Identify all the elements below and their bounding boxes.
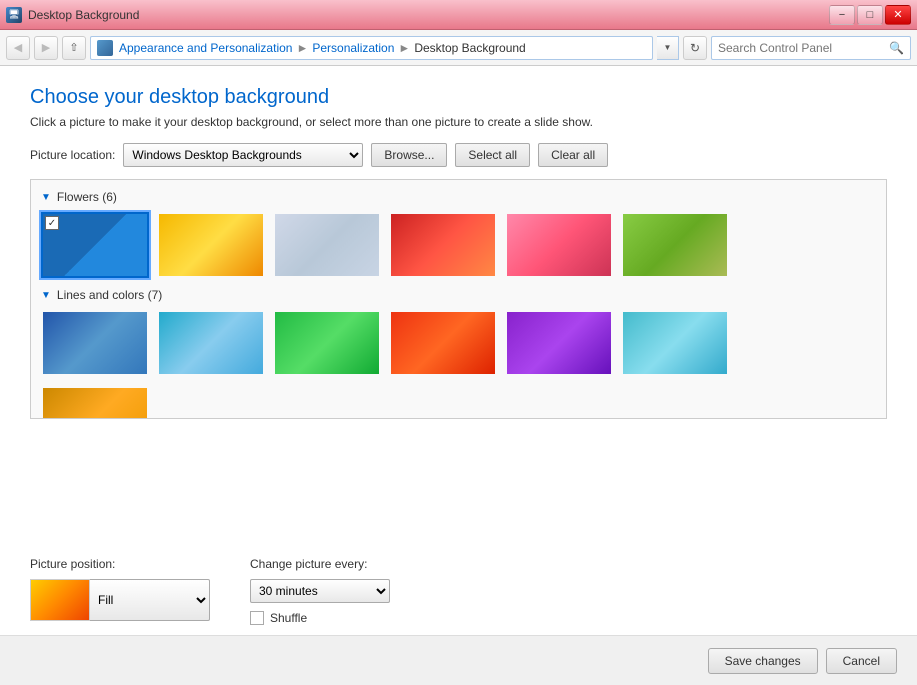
title-bar: 🖥 Desktop Background − □ ✕ [0,0,917,30]
breadcrumb-dropdown[interactable]: ▼ [657,36,679,60]
search-input[interactable] [718,41,889,55]
thumb-img-flower-2 [159,214,263,276]
browse-button[interactable]: Browse... [371,143,447,167]
group-header-lines: ▼ Lines and colors (7) [41,288,876,302]
picture-location-row: Picture location: Windows Desktop Backgr… [30,143,887,167]
thumb-img-line-3 [275,312,379,374]
main-content: Choose your desktop background Click a p… [0,66,917,547]
thumb-img-line-6 [623,312,727,374]
window-title: Desktop Background [28,8,139,22]
maximize-button[interactable]: □ [857,5,883,25]
thumb-img-flower-3 [275,214,379,276]
breadcrumb-bar: Appearance and Personalization ► Persona… [90,36,653,60]
thumb-flower-1[interactable]: ✓ [41,212,149,278]
breadcrumb-personalization[interactable]: Personalization [312,41,394,55]
breadcrumb-icon [97,40,113,56]
close-button[interactable]: ✕ [885,5,911,25]
picture-position-group: Picture position: Fill Fit Stretch Tile … [30,557,210,621]
bottom-section: Picture position: Fill Fit Stretch Tile … [0,547,917,635]
thumb-line-6[interactable] [621,310,729,376]
breadcrumb-sep-1: ► [296,41,308,55]
shuffle-checkbox[interactable] [250,611,264,625]
thumb-line-7[interactable] [41,386,149,419]
shuffle-label: Shuffle [270,611,307,625]
thumb-line-2[interactable] [157,310,265,376]
thumb-img-line-4 [391,312,495,374]
change-picture-label: Change picture every: [250,557,390,571]
breadcrumb-current: Desktop Background [414,41,525,55]
thumb-flower-5[interactable] [505,212,613,278]
thumb-img-flower-6 [623,214,727,276]
search-box: 🔍 [711,36,911,60]
change-picture-select[interactable]: 30 minutes 10 seconds 30 seconds 1 minut… [250,579,390,603]
search-icon[interactable]: 🔍 [889,41,904,55]
back-button[interactable]: ◀ [6,36,30,60]
flowers-image-row: ✓ [41,212,876,278]
preview-thumbnail [30,579,90,621]
thumb-img-flower-5 [507,214,611,276]
page-subtitle: Click a picture to make it your desktop … [30,115,887,129]
thumb-flower-6[interactable] [621,212,729,278]
lines-image-row-2 [41,386,876,419]
group-arrow-flowers[interactable]: ▼ [41,192,51,203]
thumb-flower-3[interactable] [273,212,381,278]
footer: Save changes Cancel [0,635,917,685]
group-arrow-lines[interactable]: ▼ [41,290,51,301]
position-select[interactable]: Fill Fit Stretch Tile Center Span [90,579,210,621]
picture-position-label: Picture position: [30,557,210,571]
gallery-container[interactable]: ▼ Flowers (6) ✓ [30,179,887,419]
select-all-button[interactable]: Select all [455,143,530,167]
thumb-flower-4[interactable] [389,212,497,278]
forward-button[interactable]: ▶ [34,36,58,60]
save-changes-button[interactable]: Save changes [708,648,818,674]
shuffle-row: Shuffle [250,611,390,625]
minimize-button[interactable]: − [829,5,855,25]
thumb-img-line-7 [43,388,147,419]
thumb-line-5[interactable] [505,310,613,376]
group-header-flowers: ▼ Flowers (6) [41,190,876,204]
thumb-line-4[interactable] [389,310,497,376]
refresh-button[interactable]: ↻ [683,36,707,60]
thumb-flower-2[interactable] [157,212,265,278]
lines-image-row [41,310,876,376]
group-label-flowers: Flowers (6) [57,190,117,204]
thumb-img-line-2 [159,312,263,374]
title-bar-left: 🖥 Desktop Background [6,7,139,23]
up-button[interactable]: ⇧ [62,36,86,60]
group-label-lines: Lines and colors (7) [57,288,162,302]
page-title: Choose your desktop background [30,86,887,109]
thumb-img-line-1 [43,312,147,374]
desktop-icon: 🖥 [6,7,22,23]
picture-location-label: Picture location: [30,148,115,162]
thumb-line-3[interactable] [273,310,381,376]
breadcrumb-sep-2: ► [398,41,410,55]
location-select[interactable]: Windows Desktop Backgrounds [123,143,363,167]
change-picture-group: Change picture every: 30 minutes 10 seco… [250,557,390,625]
gallery-inner: ▼ Flowers (6) ✓ [31,180,886,419]
title-bar-controls: − □ ✕ [829,5,911,25]
breadcrumb-appearance[interactable]: Appearance and Personalization [119,41,292,55]
address-bar: ◀ ▶ ⇧ Appearance and Personalization ► P… [0,30,917,66]
thumb-check-flower-1: ✓ [45,216,59,230]
preview-and-select: Fill Fit Stretch Tile Center Span [30,579,210,621]
thumb-img-line-5 [507,312,611,374]
thumb-line-1[interactable] [41,310,149,376]
clear-all-button[interactable]: Clear all [538,143,608,167]
cancel-button[interactable]: Cancel [826,648,897,674]
thumb-img-flower-4 [391,214,495,276]
